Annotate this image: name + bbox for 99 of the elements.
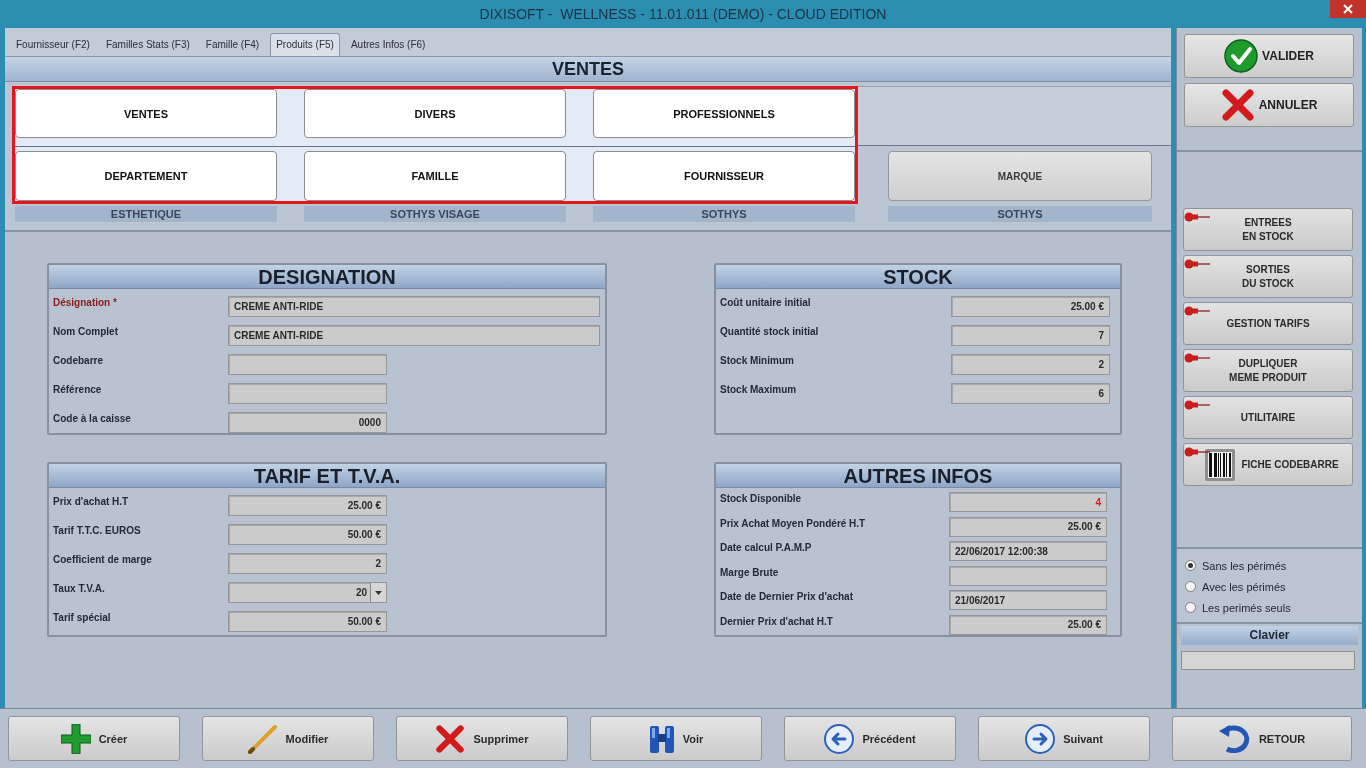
panel-title: AUTRES INFOS [716, 464, 1120, 488]
cross-icon [435, 723, 466, 754]
tab[interactable]: Autres Infos (F6) [345, 34, 431, 56]
field-label: Stock Minimum [720, 354, 795, 366]
option-button[interactable]: VENTES [15, 89, 277, 138]
radio-option[interactable]: Avec les périmés [1185, 578, 1362, 595]
action-button[interactable]: FICHE CODEBARRE [1183, 443, 1353, 486]
input-field[interactable]: 25.00 € [951, 296, 1110, 317]
input-field[interactable]: 25.00 € [949, 516, 1107, 537]
field-label: Tarif spécial [53, 611, 112, 623]
input-field[interactable]: 25.00 € [228, 495, 387, 516]
plus-icon [60, 723, 91, 754]
field-label: Date calcul P.A.M.P [720, 541, 813, 553]
tab[interactable]: Famille (F4) [200, 34, 265, 56]
category-label: SOTHYS [593, 206, 855, 222]
category-label: ESTHETIQUE [15, 206, 277, 222]
field-label: Code à la caisse [53, 412, 132, 424]
field-label: Coefficient de marge [53, 553, 153, 565]
marque-button[interactable]: MARQUE [888, 151, 1152, 201]
input-field[interactable]: 25.00 € [949, 614, 1107, 635]
radio-option[interactable]: Sans les périmés [1185, 557, 1362, 574]
input-field[interactable]: 22/06/2017 12:00:38 [949, 541, 1107, 562]
field-label: Référence [53, 383, 103, 395]
field-label: Prix d'achat H.T [53, 495, 130, 507]
input-field[interactable] [228, 383, 387, 404]
field-label: Coût unitaire initial [720, 296, 812, 308]
close-icon [1343, 4, 1353, 14]
barcode-icon [1205, 448, 1236, 481]
input-field[interactable]: 0000 [228, 412, 387, 433]
field-label: Quantité stock initial [720, 325, 820, 337]
input-field[interactable]: 50.00 € [228, 524, 387, 545]
field-label: Désignation * [53, 296, 118, 308]
right-arrow-circle-icon [1025, 723, 1056, 754]
toolbar-button[interactable]: Modifier [202, 716, 374, 761]
action-button[interactable]: ENTREES EN STOCK [1183, 208, 1353, 251]
input-field[interactable] [228, 354, 387, 375]
option-button[interactable]: DIVERS [304, 89, 566, 138]
toolbar-button[interactable]: Voir [590, 716, 762, 761]
panel-title: STOCK [716, 265, 1120, 289]
input-field[interactable]: 21/06/2017 [949, 590, 1107, 611]
input-field[interactable] [949, 565, 1107, 586]
close-button[interactable] [1330, 0, 1366, 18]
left-arrow-circle-icon [824, 723, 855, 754]
pencil-icon [247, 723, 278, 754]
action-button[interactable]: DUPLIQUER MEME PRODUIT [1183, 349, 1353, 392]
category-label: SOTHYS VISAGE [304, 206, 566, 222]
panel-title: DESIGNATION [49, 265, 605, 289]
pushpin-icon [1184, 259, 1210, 269]
validate-button[interactable]: VALIDER [1184, 34, 1354, 78]
panel-title: TARIF ET T.V.A. [49, 464, 605, 488]
field-label: Marge Brute [720, 565, 780, 578]
tab[interactable]: Fournisseur (F2) [11, 34, 95, 56]
field-label: Prix Achat Moyen Pondéré H.T [720, 516, 867, 529]
caret-icon [375, 590, 382, 595]
option-button[interactable]: FOURNISSEUR [593, 151, 855, 201]
input-field[interactable]: CREME ANTI-RIDE [228, 325, 600, 346]
action-button[interactable]: UTILITAIRE [1183, 396, 1353, 439]
input-field[interactable]: 2 [228, 553, 387, 574]
window-title: DIXISOFT - WELLNESS - 11.01.011 (DEMO) - CLOUD EDITION [479, 6, 887, 22]
check-icon [1224, 39, 1259, 73]
input-field[interactable] [1181, 651, 1355, 670]
cancel-button[interactable]: ANNULER [1184, 83, 1354, 127]
toolbar-button[interactable]: Supprimer [396, 716, 568, 761]
input-field[interactable]: 6 [951, 383, 1110, 404]
tab[interactable]: Familles Stats (F3) [100, 34, 195, 56]
toolbar-button[interactable]: Créer [8, 716, 180, 761]
dropdown-field[interactable]: 20 [228, 582, 387, 603]
return-arrow-icon [1218, 724, 1251, 753]
category-label: SOTHYS [888, 206, 1152, 222]
field-label: Taux T.V.A. [53, 582, 106, 594]
section-title: VENTES [5, 56, 1171, 82]
pushpin-icon [1184, 353, 1210, 363]
pushpin-icon [1184, 306, 1210, 316]
field-label: Stock Disponible [720, 492, 803, 504]
keyboard-title: Clavier [1181, 626, 1358, 645]
field-label: Date de Dernier Prix d'achat [720, 590, 854, 602]
field-label: Codebarre [53, 354, 104, 366]
action-button[interactable]: SORTIES DU STOCK [1183, 255, 1353, 298]
option-button[interactable]: FAMILLE [304, 151, 566, 201]
toolbar-button[interactable]: Précédent [784, 716, 956, 761]
input-field[interactable]: 7 [951, 325, 1110, 346]
tab[interactable]: Produits (F5) [270, 33, 340, 56]
option-button[interactable]: DEPARTEMENT [15, 151, 277, 201]
input-field[interactable]: 50.00 € [228, 611, 387, 632]
option-button[interactable]: PROFESSIONNELS [593, 89, 855, 138]
field-label: Dernier Prix d'achat H.T [720, 614, 834, 627]
cross-icon [1220, 88, 1255, 122]
toolbar-button[interactable]: Suivant [978, 716, 1150, 761]
pushpin-icon [1184, 400, 1210, 410]
field-label: Tarif T.T.C. EUROS [53, 524, 142, 536]
input-field[interactable]: CREME ANTI-RIDE [228, 296, 600, 317]
toolbar-button[interactable]: RETOUR [1172, 716, 1352, 761]
radio-option[interactable]: Les perimés seuls [1185, 599, 1362, 616]
field-label: Nom Complet [53, 325, 119, 337]
action-button[interactable]: GESTION TARIFS [1183, 302, 1353, 345]
input-field[interactable]: 2 [951, 354, 1110, 375]
field-label: Stock Maximum [720, 383, 798, 395]
pushpin-icon [1184, 212, 1210, 222]
binoculars-icon [648, 723, 675, 754]
